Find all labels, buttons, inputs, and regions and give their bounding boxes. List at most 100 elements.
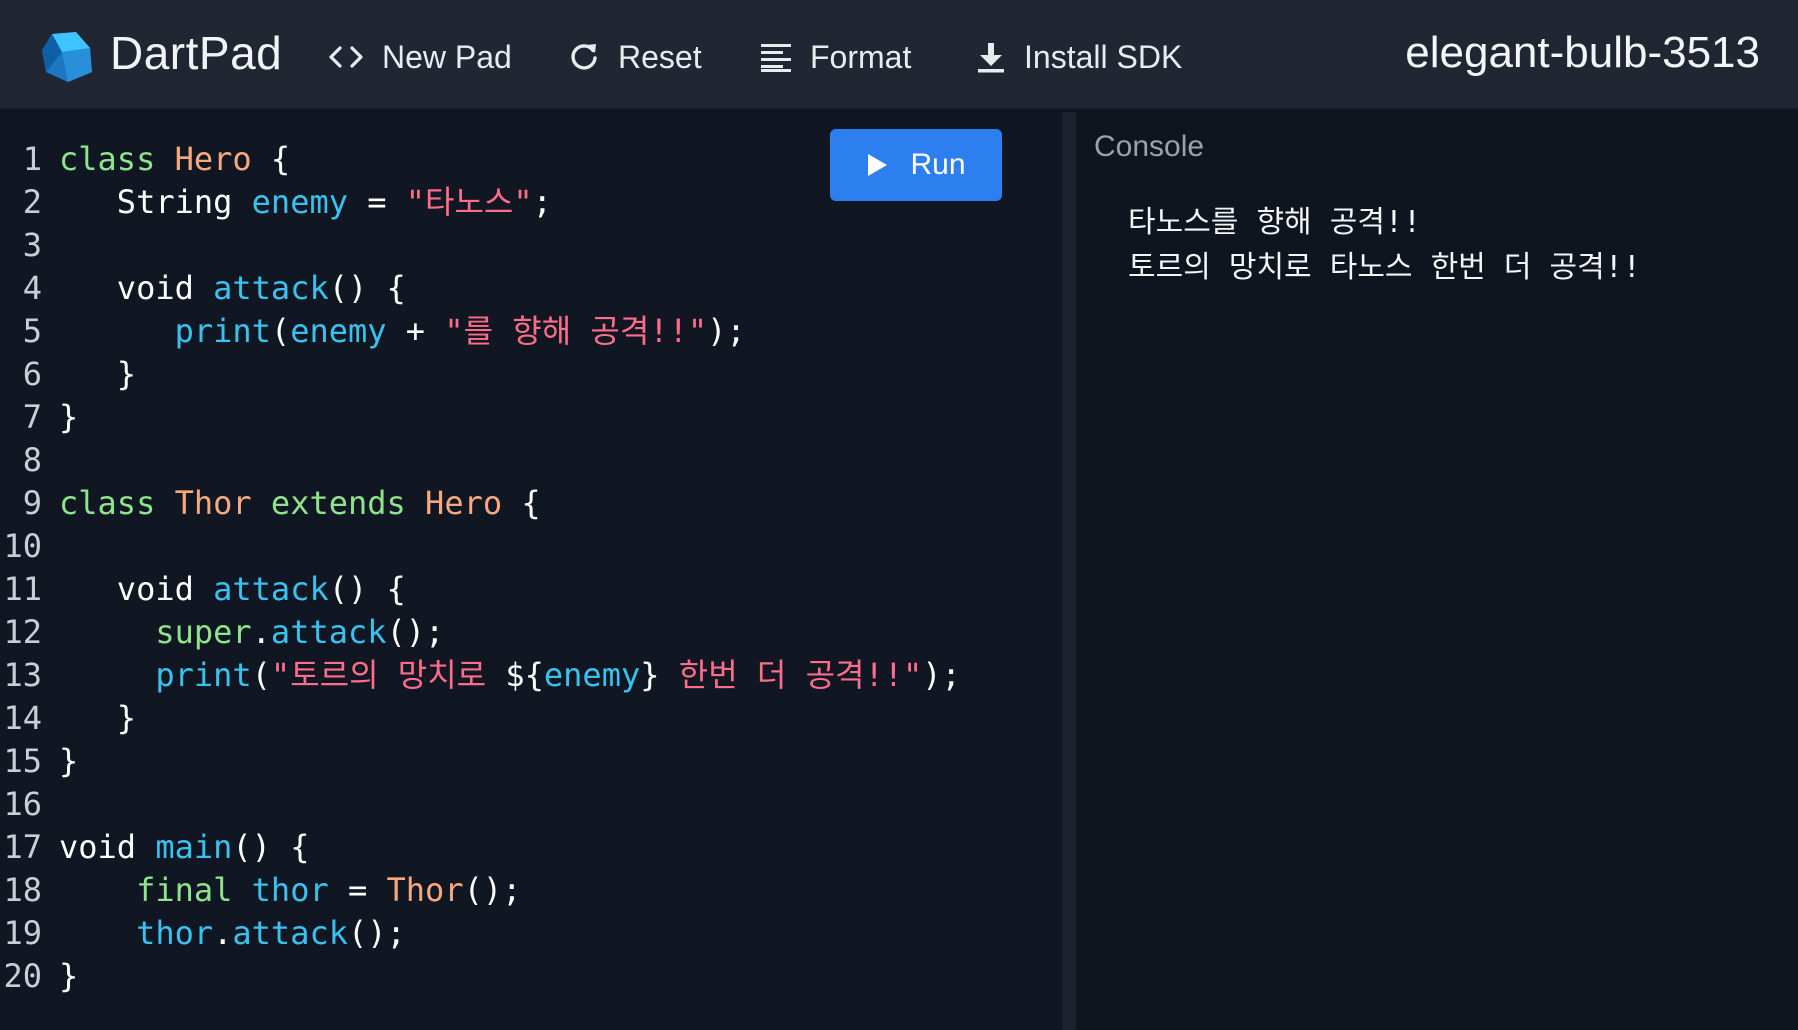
console-panel: Console 타노스를 향해 공격!! 토르의 망치로 타노스 한번 더 공격… — [1076, 112, 1798, 1030]
download-icon — [976, 41, 1006, 73]
code-line[interactable]: 6 } — [0, 353, 1062, 396]
code-token: void — [59, 269, 214, 307]
line-number: 7 — [22, 398, 42, 436]
code-token: Thor — [386, 871, 464, 909]
code-line[interactable]: 12 super.attack(); — [0, 611, 1062, 654]
code-text[interactable]: thor.attack(); — [59, 912, 406, 955]
format-button[interactable]: Format — [760, 30, 911, 84]
code-brackets-icon — [328, 42, 364, 72]
code-text[interactable]: void main() { — [59, 826, 309, 869]
code-token: (); — [347, 914, 406, 952]
code-token: ; — [532, 183, 552, 221]
code-line[interactable]: 15} — [0, 740, 1062, 783]
code-token: "타노스" — [405, 183, 533, 221]
line-number: 8 — [22, 441, 42, 479]
code-token: . — [251, 613, 271, 651]
code-line[interactable]: 20} — [0, 955, 1062, 998]
code-text[interactable]: String enemy = "타노스"; — [59, 181, 552, 224]
pad-name[interactable]: elegant-bulb-3513 — [1300, 28, 1760, 78]
code-token: class — [59, 484, 156, 522]
console-line: 토르의 망치로 타노스 한번 더 공격!! — [1128, 250, 1641, 285]
code-text[interactable]: final thor = Thor(); — [59, 869, 521, 912]
run-button[interactable]: Run — [830, 129, 1002, 201]
code-line[interactable]: 16 — [0, 783, 1062, 826]
code-token: enemy — [543, 656, 641, 694]
code-token: } — [59, 699, 137, 737]
code-token: attack — [213, 269, 329, 307]
code-text[interactable]: } — [59, 740, 78, 783]
code-line[interactable]: 8 — [0, 439, 1062, 482]
code-token: ); — [707, 312, 746, 350]
reset-label: Reset — [618, 38, 702, 75]
code-text[interactable]: super.attack(); — [59, 611, 444, 654]
code-line[interactable]: 3 — [0, 224, 1062, 267]
code-token: (); — [463, 871, 522, 909]
new-pad-label: New Pad — [382, 38, 512, 75]
code-token: super — [155, 613, 252, 651]
code-text[interactable]: class Hero { — [59, 138, 290, 181]
code-line[interactable]: 11 void attack() { — [0, 568, 1062, 611]
code-text[interactable]: } — [59, 697, 136, 740]
code-line[interactable]: 4 void attack() { — [0, 267, 1062, 310]
code-token: ( — [251, 656, 271, 694]
line-number: 6 — [22, 355, 42, 393]
install-sdk-button[interactable]: Install SDK — [976, 30, 1182, 84]
code-token: print — [155, 656, 252, 694]
code-token: } — [59, 957, 79, 995]
new-pad-button[interactable]: New Pad — [328, 30, 512, 84]
code-text[interactable]: } — [59, 353, 136, 396]
code-token: ( — [270, 312, 291, 350]
code-token: Hero — [425, 484, 503, 522]
panel-divider[interactable] — [1062, 112, 1076, 1030]
line-number: 9 — [22, 484, 42, 522]
code-line[interactable]: 13 print("토르의 망치로 ${enemy} 한번 더 공격!!"); — [0, 654, 1062, 697]
code-line[interactable]: 7} — [0, 396, 1062, 439]
code-line[interactable]: 17 void main() { — [0, 826, 1062, 869]
line-number: 14 — [3, 699, 42, 737]
code-token: "토르의 망치로 — [270, 656, 506, 694]
code-token: () { — [328, 570, 406, 608]
code-token: } — [640, 656, 660, 694]
code-token: . — [213, 914, 233, 952]
dart-logo-icon — [42, 32, 92, 82]
code-token: enemy — [290, 312, 387, 350]
line-number: 1 — [22, 140, 42, 178]
line-number: 4 — [22, 269, 42, 307]
code-text[interactable]: } — [59, 955, 78, 998]
code-text[interactable]: print("토르의 망치로 ${enemy} 한번 더 공격!!"); — [59, 654, 961, 697]
code-line[interactable]: 19 thor.attack(); — [0, 912, 1062, 955]
line-number: 15 — [3, 742, 42, 780]
code-token: () { — [232, 828, 310, 866]
code-lines[interactable]: 1 class Hero {2 String enemy = "타노스"; 3 4 v… — [0, 138, 1062, 998]
code-line[interactable]: 14 } — [0, 697, 1062, 740]
console-title: Console — [1094, 130, 1205, 163]
code-token: } — [59, 742, 79, 780]
code-editor[interactable]: 1 class Hero {2 String enemy = "타노스"; 3 4 v… — [0, 112, 1062, 1030]
line-number: 19 — [3, 914, 42, 952]
line-number: 5 — [22, 312, 42, 350]
code-token: Thor — [174, 484, 252, 522]
code-text[interactable]: class Thor extends Hero { — [59, 482, 541, 525]
code-text[interactable]: print(enemy + "를 향해 공격!!"); — [59, 310, 746, 353]
code-token: "를 향해 공격!!" — [444, 312, 708, 350]
format-lines-icon — [760, 42, 792, 72]
reset-button[interactable]: Reset — [568, 30, 702, 84]
run-label: Run — [910, 148, 966, 181]
code-line[interactable]: 9 class Thor extends Hero { — [0, 482, 1062, 525]
code-line[interactable]: 5 print(enemy + "를 향해 공격!!"); — [0, 310, 1062, 353]
console-line: 타노스를 향해 공격!! — [1128, 205, 1422, 240]
code-line[interactable]: 10 — [0, 525, 1062, 568]
code-text[interactable]: void attack() { — [59, 568, 406, 611]
code-text[interactable]: void attack() { — [59, 267, 406, 310]
line-number: 18 — [3, 871, 42, 909]
code-token: class — [59, 140, 156, 178]
code-token: ); — [922, 656, 961, 694]
code-line[interactable]: 18 final thor = Thor(); — [0, 869, 1062, 912]
code-token: attack — [232, 914, 348, 952]
code-text[interactable]: } — [59, 396, 78, 439]
code-token: attack — [213, 570, 329, 608]
code-token: { — [502, 484, 541, 522]
app-title[interactable]: DartPad — [110, 26, 282, 80]
